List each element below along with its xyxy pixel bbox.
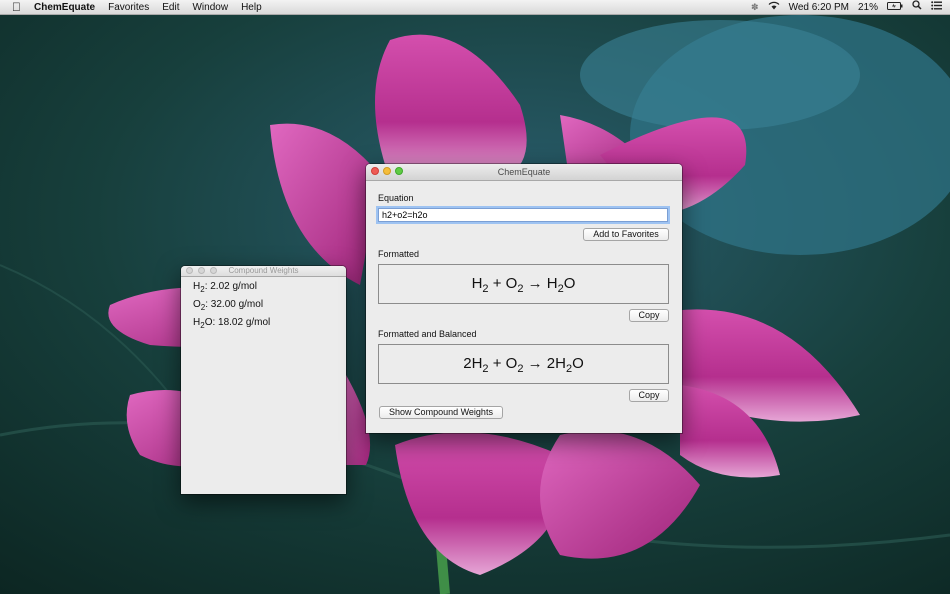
compound-weights-titlebar[interactable]: Compound Weights xyxy=(181,266,346,277)
list-item: H2O: 18.02 g/mol xyxy=(193,317,271,330)
apple-menu-icon[interactable]:  xyxy=(12,0,21,15)
main-titlebar[interactable]: ChemEquate xyxy=(366,164,682,181)
close-button[interactable] xyxy=(186,267,193,274)
battery-percent[interactable]: 21% xyxy=(858,0,878,15)
menu-app-name[interactable]: ChemEquate xyxy=(34,0,95,15)
menu-help[interactable]: Help xyxy=(241,0,262,15)
minimize-button[interactable] xyxy=(383,167,391,175)
minimize-button[interactable] xyxy=(198,267,205,274)
formatted-balanced-label: Formatted and Balanced xyxy=(378,329,477,339)
clock[interactable]: Wed 6:20 PM xyxy=(789,0,849,15)
menu-window[interactable]: Window xyxy=(192,0,228,15)
window-title: ChemEquate xyxy=(497,167,551,177)
equation-label: Equation xyxy=(378,193,414,203)
compound-list: H2: 2.02 g/mol O2: 32.00 g/mol H2O: 18.0… xyxy=(181,277,346,333)
zoom-button[interactable] xyxy=(395,167,403,175)
spotlight-search-icon[interactable] xyxy=(912,0,922,15)
compound-weights-window: Compound Weights H2: 2.02 g/mol O2: 32.0… xyxy=(181,266,346,494)
menu-bar:  ChemEquate Favorites Edit Window Help … xyxy=(0,0,950,15)
formatted-label: Formatted xyxy=(378,249,420,259)
equation-input[interactable] xyxy=(378,208,668,222)
close-button[interactable] xyxy=(371,167,379,175)
wifi-icon[interactable] xyxy=(768,0,780,15)
menu-favorites[interactable]: Favorites xyxy=(108,0,149,15)
show-compound-weights-button[interactable]: Show Compound Weights xyxy=(379,406,503,419)
notification-center-icon[interactable] xyxy=(931,0,942,15)
formatted-equation: H2 + O2 → H2O xyxy=(378,264,669,304)
balanced-equation: 2H2 + O2 → 2H2O xyxy=(378,344,669,384)
window-title: Compound Weights xyxy=(228,266,299,275)
bluetooth-icon[interactable]: ✽ xyxy=(751,0,759,15)
zoom-button[interactable] xyxy=(210,267,217,274)
battery-icon[interactable] xyxy=(887,0,903,15)
copy-formatted-button[interactable]: Copy xyxy=(629,309,669,322)
add-to-favorites-button[interactable]: Add to Favorites xyxy=(583,228,669,241)
copy-balanced-button[interactable]: Copy xyxy=(629,389,669,402)
list-item: O2: 32.00 g/mol xyxy=(193,299,264,312)
menu-edit[interactable]: Edit xyxy=(162,0,179,15)
list-item: H2: 2.02 g/mol xyxy=(193,281,257,294)
